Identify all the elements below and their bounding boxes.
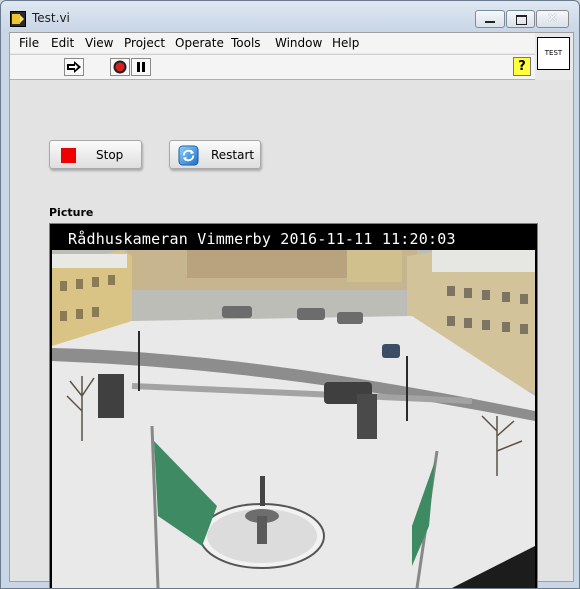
restart-button[interactable]: Restart xyxy=(169,140,261,169)
minimize-button[interactable] xyxy=(475,10,505,28)
vi-connector-icon: TEST xyxy=(537,37,570,70)
abort-icon xyxy=(113,60,127,74)
labview-vi-icon[interactable] xyxy=(10,11,26,27)
run-arrow-icon xyxy=(67,61,81,73)
menu-operate[interactable]: Operate xyxy=(175,36,224,50)
menu-tools[interactable]: Tools xyxy=(231,36,261,50)
menu-edit[interactable]: Edit xyxy=(51,36,74,50)
menu-view[interactable]: View xyxy=(85,36,113,50)
minimize-icon xyxy=(485,21,495,23)
application-window: Test.vi ✕ File Edit View Project Operate… xyxy=(0,0,580,589)
restart-icon xyxy=(178,145,199,166)
menu-file[interactable]: File xyxy=(19,36,39,50)
toolbar xyxy=(10,54,535,80)
picture-indicator: Rådhuskameran Vimmerby 2016-11-11 11:20:… xyxy=(49,223,538,588)
title-bar[interactable]: Test.vi ✕ xyxy=(1,1,579,33)
stop-button-label: Stop xyxy=(96,148,124,162)
window-title: Test.vi xyxy=(32,11,70,25)
pause-button[interactable] xyxy=(131,58,151,76)
vi-front-panel-window: File Edit View Project Operate Tools Win… xyxy=(9,32,574,588)
maximize-icon xyxy=(516,15,527,25)
stop-square-icon xyxy=(61,148,76,163)
pause-icon xyxy=(137,62,145,72)
help-icon[interactable]: ? xyxy=(513,57,531,76)
close-button[interactable]: ✕ xyxy=(536,10,569,28)
menu-window[interactable]: Window xyxy=(275,36,322,50)
menu-bar: File Edit View Project Operate Tools Win… xyxy=(10,33,535,53)
abort-button[interactable] xyxy=(110,58,130,76)
run-button[interactable] xyxy=(64,58,84,76)
maximize-button[interactable] xyxy=(506,10,535,28)
menu-project[interactable]: Project xyxy=(124,36,165,50)
close-icon: ✕ xyxy=(547,11,558,26)
front-panel: Stop Restart Picture Rådhuskameran Vimme… xyxy=(10,80,573,588)
camera-caption: Rådhuskameran Vimmerby 2016-11-11 11:20:… xyxy=(68,230,456,248)
stop-button[interactable]: Stop xyxy=(49,140,142,169)
picture-label: Picture xyxy=(49,206,94,219)
menu-help[interactable]: Help xyxy=(332,36,359,50)
restart-button-label: Restart xyxy=(211,148,255,162)
webcam-image xyxy=(52,226,535,588)
